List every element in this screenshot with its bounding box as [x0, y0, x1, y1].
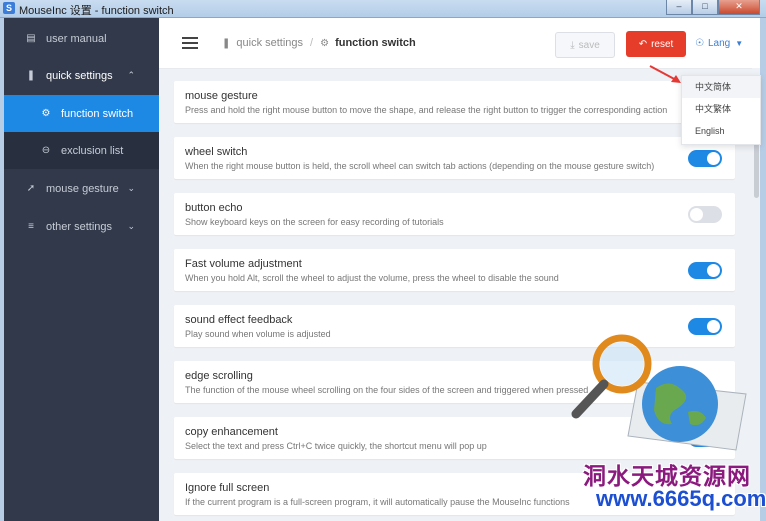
- settings-list: mouse gesture Press and hold the right m…: [174, 81, 735, 521]
- lang-option-english[interactable]: English: [682, 120, 760, 142]
- sidebar-item-exclusion-list[interactable]: ⊖ exclusion list: [4, 132, 159, 169]
- sidebar-item-quick-settings[interactable]: ❚ quick settings ⌃: [4, 57, 159, 94]
- sidebar-item-other-settings[interactable]: ≡ other settings ⌄: [4, 208, 159, 245]
- sidebar-item-label: user manual: [46, 32, 107, 45]
- app-icon: S: [3, 2, 15, 14]
- lang-option-simplified-chinese[interactable]: 中文简体: [682, 76, 760, 98]
- setting-title: button echo: [185, 202, 243, 214]
- setting-title: edge scrolling: [185, 370, 253, 382]
- setting-fast-volume: Fast volume adjustment When you hold Alt…: [174, 249, 735, 291]
- hamburger-menu-icon[interactable]: [182, 37, 198, 52]
- chevron-up-icon: ⌃: [127, 70, 135, 80]
- sidebar-item-label: mouse gesture: [46, 182, 119, 195]
- setting-mouse-gesture: mouse gesture Press and hold the right m…: [174, 81, 735, 123]
- lightning-icon: ❚: [222, 37, 231, 49]
- setting-description: Show keyboard keys on the screen for eas…: [185, 217, 444, 227]
- sidebar-item-label: quick settings: [46, 69, 113, 82]
- setting-title: Ignore full screen: [185, 482, 270, 494]
- undo-icon: ↶: [638, 38, 648, 50]
- watermark-globe-icon: [571, 334, 747, 451]
- book-icon: ▤: [26, 33, 36, 44]
- reset-button[interactable]: ↶ reset: [626, 31, 686, 57]
- breadcrumb: ❚ quick settings / ⚙ function switch: [222, 37, 416, 49]
- download-icon: ⤓: [570, 39, 575, 51]
- toggle-switch[interactable]: [688, 262, 722, 279]
- top-bar: ❚ quick settings / ⚙ function switch ⤓ s…: [159, 18, 760, 69]
- minus-circle-icon: ⊖: [41, 145, 51, 156]
- sidebar-item-label: exclusion list: [61, 144, 124, 157]
- sidebar-item-mouse-gesture[interactable]: ➚ mouse gesture ⌄: [4, 170, 159, 207]
- sidebar-item-label: function switch: [61, 107, 134, 120]
- chevron-down-icon: ⌄: [127, 183, 135, 193]
- close-button[interactable]: ✕: [718, 0, 760, 15]
- sidebar-item-function-switch[interactable]: ⚙ function switch: [4, 95, 159, 132]
- annotation-arrow-icon: [649, 65, 681, 83]
- gear-icon: ⚙: [320, 37, 330, 49]
- window-title: MouseInc 设置 - function switch: [19, 5, 174, 17]
- setting-title: sound effect feedback: [185, 314, 293, 326]
- breadcrumb-current: function switch: [335, 37, 416, 49]
- toggle-switch[interactable]: [688, 206, 722, 223]
- title-bar: S MouseInc 设置 - function switch – □ ✕: [0, 0, 766, 18]
- setting-wheel-switch: wheel switch When the right mouse button…: [174, 137, 735, 179]
- maximize-button[interactable]: □: [692, 0, 718, 15]
- sliders-icon: ≡: [28, 221, 34, 232]
- sidebar-item-label: other settings: [46, 220, 113, 233]
- caret-down-icon: ▼: [735, 39, 744, 48]
- sidebar-item-user-manual[interactable]: ▤ user manual: [4, 20, 159, 57]
- setting-title: Fast volume adjustment: [185, 258, 302, 270]
- lang-option-traditional-chinese[interactable]: 中文繁体: [682, 98, 760, 120]
- setting-button-echo: button echo Show keyboard keys on the sc…: [174, 193, 735, 235]
- toggle-switch[interactable]: [688, 150, 722, 167]
- watermark-url: www.6665q.com: [596, 486, 766, 511]
- setting-title: wheel switch: [185, 146, 248, 158]
- setting-description: Play sound when volume is adjusted: [185, 329, 331, 339]
- sidebar: ▤ user manual ❚ quick settings ⌃ ⚙ funct…: [4, 18, 159, 521]
- minimize-button[interactable]: –: [666, 0, 692, 15]
- setting-title: mouse gesture: [185, 90, 258, 102]
- language-selector[interactable]: ☉ Lang ▼: [695, 38, 743, 49]
- chevron-down-icon: ⌄: [127, 221, 135, 231]
- language-dropdown: 中文简体 中文繁体 English: [681, 75, 761, 145]
- setting-description: When the right mouse button is held, the…: [185, 161, 655, 171]
- setting-description: If the current program is a full-screen …: [185, 497, 570, 507]
- setting-description: The function of the mouse wheel scrollin…: [185, 385, 589, 395]
- setting-title: copy enhancement: [185, 426, 278, 438]
- gear-icon: ⚙: [41, 108, 51, 119]
- setting-description: Press and hold the right mouse button to…: [185, 105, 668, 115]
- globe-icon: ☉: [695, 38, 704, 49]
- save-button[interactable]: ⤓ save: [555, 32, 615, 58]
- pointer-icon: ➚: [26, 183, 36, 194]
- setting-description: Select the text and press Ctrl+C twice q…: [185, 441, 487, 451]
- setting-description: When you hold Alt, scroll the wheel to a…: [185, 273, 559, 283]
- breadcrumb-parent[interactable]: quick settings: [236, 37, 303, 49]
- lightning-icon: ❚: [26, 70, 36, 81]
